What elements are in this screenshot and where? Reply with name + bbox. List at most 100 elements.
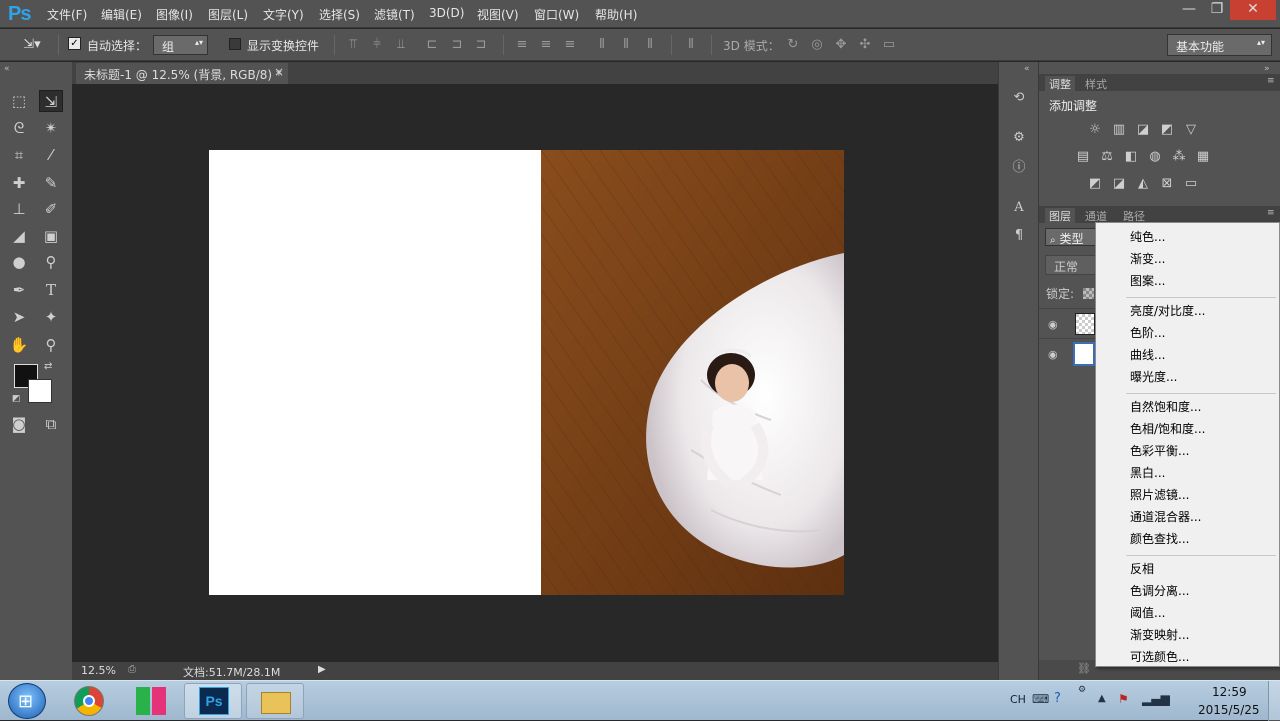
distribute-bottom-icon[interactable]: ≡ xyxy=(562,37,578,53)
3d-slide-icon[interactable]: ✣ xyxy=(856,37,874,53)
brush-tool-icon[interactable]: ✎ xyxy=(39,172,63,194)
photo-filter-icon[interactable]: ◍ xyxy=(1147,149,1163,165)
taskbar-chrome[interactable] xyxy=(60,683,118,719)
menu-help[interactable]: 帮助(H) xyxy=(595,6,637,23)
menu-item-curves[interactable]: 曲线... xyxy=(1130,346,1165,363)
document-tab[interactable]: 未标题-1 @ 12.5% (背景, RGB/8) * × xyxy=(76,63,288,84)
taskbar-explorer[interactable] xyxy=(246,683,304,719)
background-color-swatch[interactable] xyxy=(28,379,52,403)
tab-close-icon[interactable]: × xyxy=(274,65,284,79)
show-transform-checkbox[interactable] xyxy=(229,38,241,50)
align-hcenter-icon[interactable]: ⊐ xyxy=(449,37,465,53)
color-lookup-icon[interactable]: ▦ xyxy=(1195,149,1211,165)
tab-styles[interactable]: 样式 xyxy=(1085,76,1107,92)
lasso-tool-icon[interactable]: ᘓ xyxy=(7,117,31,139)
crop-tool-icon[interactable]: ⌗ xyxy=(7,144,31,166)
dodge-tool-icon[interactable]: ⚲ xyxy=(39,251,63,273)
align-vcenter-icon[interactable]: ⫩ xyxy=(369,37,385,53)
menu-item-brightness-contrast[interactable]: 亮度/对比度... xyxy=(1130,302,1206,319)
move-tool-icon[interactable]: ⇲ xyxy=(39,90,63,112)
taskbar-photoshop[interactable]: Ps xyxy=(184,683,242,719)
screen-mode-icon[interactable]: ⧉ xyxy=(39,413,63,435)
lock-transparency-icon[interactable] xyxy=(1083,288,1094,299)
help-icon[interactable]: ? xyxy=(1054,691,1061,706)
menu-select[interactable]: 选择(S) xyxy=(319,6,360,23)
menu-item-solid-color[interactable]: 纯色... xyxy=(1130,228,1165,245)
exposure-icon[interactable]: ◩ xyxy=(1159,122,1175,138)
history-brush-tool-icon[interactable]: ✐ xyxy=(39,198,63,220)
quick-mask-icon[interactable]: ◙ xyxy=(7,413,31,435)
distribute-left-icon[interactable]: ⦀ xyxy=(594,37,610,53)
menu-item-color-lookup[interactable]: 颜色查找... xyxy=(1130,530,1189,547)
align-bottom-icon[interactable]: ⫫ xyxy=(393,37,409,53)
magic-wand-tool-icon[interactable]: ✴ xyxy=(39,117,63,139)
paragraph-panel-icon[interactable]: ¶ xyxy=(1009,228,1029,244)
menu-item-levels[interactable]: 色阶... xyxy=(1130,324,1165,341)
menu-item-hue-saturation[interactable]: 色相/饱和度... xyxy=(1130,420,1206,437)
eye-icon[interactable]: ◉ xyxy=(1048,348,1058,361)
gradient-tool-icon[interactable]: ▣ xyxy=(39,225,63,247)
clone-stamp-tool-icon[interactable]: ⊥ xyxy=(7,198,31,220)
menu-item-color-balance[interactable]: 色彩平衡... xyxy=(1130,442,1189,459)
show-desktop-button[interactable] xyxy=(1268,681,1280,721)
marquee-tool-icon[interactable]: ⬚ xyxy=(7,90,31,112)
3d-scale-icon[interactable]: ▭ xyxy=(880,37,898,53)
3d-roll-icon[interactable]: ◎ xyxy=(808,37,826,53)
minimize-button[interactable]: — xyxy=(1174,0,1204,20)
auto-select-checkbox[interactable]: ✓ xyxy=(68,37,81,50)
menu-item-channel-mixer[interactable]: 通道混合器... xyxy=(1130,508,1201,525)
character-panel-icon[interactable]: A xyxy=(1009,200,1029,216)
shape-tool-icon[interactable]: ✦ xyxy=(39,306,63,328)
swap-colors-icon[interactable]: ⇄ xyxy=(44,361,52,372)
menu-item-exposure[interactable]: 曝光度... xyxy=(1130,368,1177,385)
show-hidden-icons-icon[interactable]: ▲ xyxy=(1098,693,1106,704)
threshold-icon[interactable]: ◭ xyxy=(1135,176,1151,192)
distribute-top-icon[interactable]: ≡ xyxy=(514,37,530,53)
menu-item-threshold[interactable]: 阈值... xyxy=(1130,604,1165,621)
distribute-vcenter-icon[interactable]: ≡ xyxy=(538,37,554,53)
menu-layer[interactable]: 图层(L) xyxy=(208,6,248,23)
menu-item-invert[interactable]: 反相 xyxy=(1130,560,1154,577)
move-tool-preset-icon[interactable]: ⇲▾ xyxy=(20,37,44,53)
status-menu-arrow-icon[interactable]: ▶ xyxy=(318,664,326,675)
curves-icon[interactable]: ◪ xyxy=(1135,122,1151,138)
vibrance-icon[interactable]: ▽ xyxy=(1183,122,1199,138)
collapse-icon[interactable]: « xyxy=(4,64,10,74)
collapse-icon[interactable]: » xyxy=(1264,64,1270,74)
eye-icon[interactable]: ◉ xyxy=(1048,318,1058,331)
clock-time[interactable]: 12:59 xyxy=(1212,685,1247,699)
hand-tool-icon[interactable]: ✋ xyxy=(7,334,31,356)
history-panel-icon[interactable]: ⟲ xyxy=(1009,90,1029,106)
properties-panel-icon[interactable]: ⚙ xyxy=(1009,130,1029,146)
taskbar-app[interactable] xyxy=(122,683,180,719)
default-colors-icon[interactable]: ◩ xyxy=(12,394,21,404)
menu-item-posterize[interactable]: 色调分离... xyxy=(1130,582,1189,599)
panel-menu-icon[interactable]: ≡ xyxy=(1267,208,1275,218)
menu-item-vibrance[interactable]: 自然饱和度... xyxy=(1130,398,1201,415)
panel-menu-icon[interactable]: ≡ xyxy=(1267,76,1275,86)
menu-item-photo-filter[interactable]: 照片滤镜... xyxy=(1130,486,1189,503)
posterize-icon[interactable]: ◪ xyxy=(1111,176,1127,192)
restore-button[interactable]: ❐ xyxy=(1202,0,1232,20)
black-white-icon[interactable]: ◧ xyxy=(1123,149,1139,165)
distribute-hcenter-icon[interactable]: ⦀ xyxy=(618,37,634,53)
distribute-right-icon[interactable]: ⦀ xyxy=(642,37,658,53)
selective-color-icon[interactable]: ⊠ xyxy=(1159,176,1175,192)
menu-image[interactable]: 图像(I) xyxy=(156,6,193,23)
type-tool-icon[interactable]: T xyxy=(39,279,63,301)
menu-filter[interactable]: 滤镜(T) xyxy=(374,6,415,23)
hue-saturation-icon[interactable]: ▤ xyxy=(1075,149,1091,165)
menu-type[interactable]: 文字(Y) xyxy=(263,6,304,23)
align-top-icon[interactable]: ⫪ xyxy=(345,37,361,53)
start-button[interactable]: ⊞ xyxy=(8,683,46,719)
menu-item-pattern[interactable]: 图案... xyxy=(1130,272,1165,289)
align-right-icon[interactable]: ⊐ xyxy=(473,37,489,53)
action-center-icon[interactable]: ⚑ xyxy=(1118,692,1129,706)
color-balance-icon[interactable]: ⚖ xyxy=(1099,149,1115,165)
collapse-icon[interactable]: « xyxy=(1024,64,1030,74)
eraser-tool-icon[interactable]: ◢ xyxy=(7,225,31,247)
ime-settings-icon[interactable]: ⚙ xyxy=(1078,685,1086,695)
menu-3d[interactable]: 3D(D) xyxy=(429,6,464,20)
channel-mixer-icon[interactable]: ⁂ xyxy=(1171,149,1187,165)
menu-item-gradient-map[interactable]: 渐变映射... xyxy=(1130,626,1189,643)
